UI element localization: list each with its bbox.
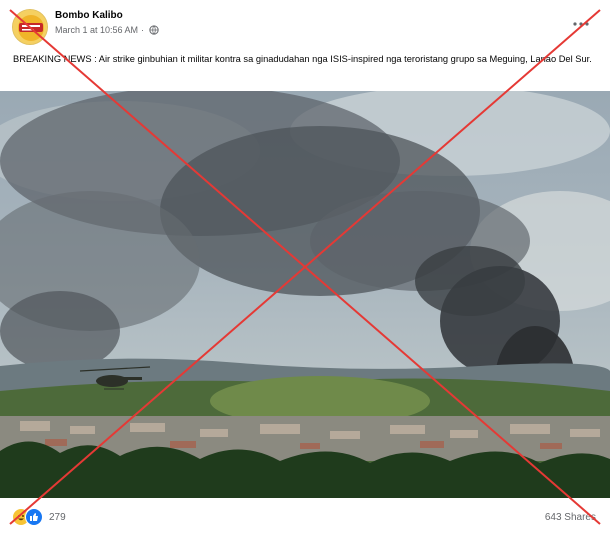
post-caption: BREAKING NEWS : Air strike ginbuhian it … — [13, 54, 592, 64]
reaction-summary[interactable]: 279 — [12, 508, 66, 526]
facebook-post: Bombo Kalibo March 1 at 10:56 AM · BREAK… — [0, 0, 610, 534]
meta-separator: · — [141, 25, 145, 35]
share-count[interactable]: 643 Shares — [545, 512, 596, 523]
page-avatar[interactable] — [12, 9, 48, 45]
post-timestamp[interactable]: March 1 at 10:56 AM — [55, 25, 138, 35]
more-options-icon — [573, 22, 589, 26]
post-photo[interactable] — [0, 91, 610, 498]
post-header: Bombo Kalibo March 1 at 10:56 AM · — [0, 0, 610, 48]
post-footer: 279 643 Shares — [0, 498, 610, 534]
page-name[interactable]: Bombo Kalibo — [55, 10, 123, 21]
reaction-count: 279 — [49, 511, 66, 523]
post-meta: March 1 at 10:56 AM · — [55, 25, 159, 35]
globe-icon — [149, 25, 159, 35]
more-options-button[interactable] — [570, 16, 592, 32]
news-photo-smoke-over-town — [0, 91, 610, 498]
like-reaction-icon — [25, 508, 43, 526]
bombo-logo-icon — [13, 10, 47, 44]
